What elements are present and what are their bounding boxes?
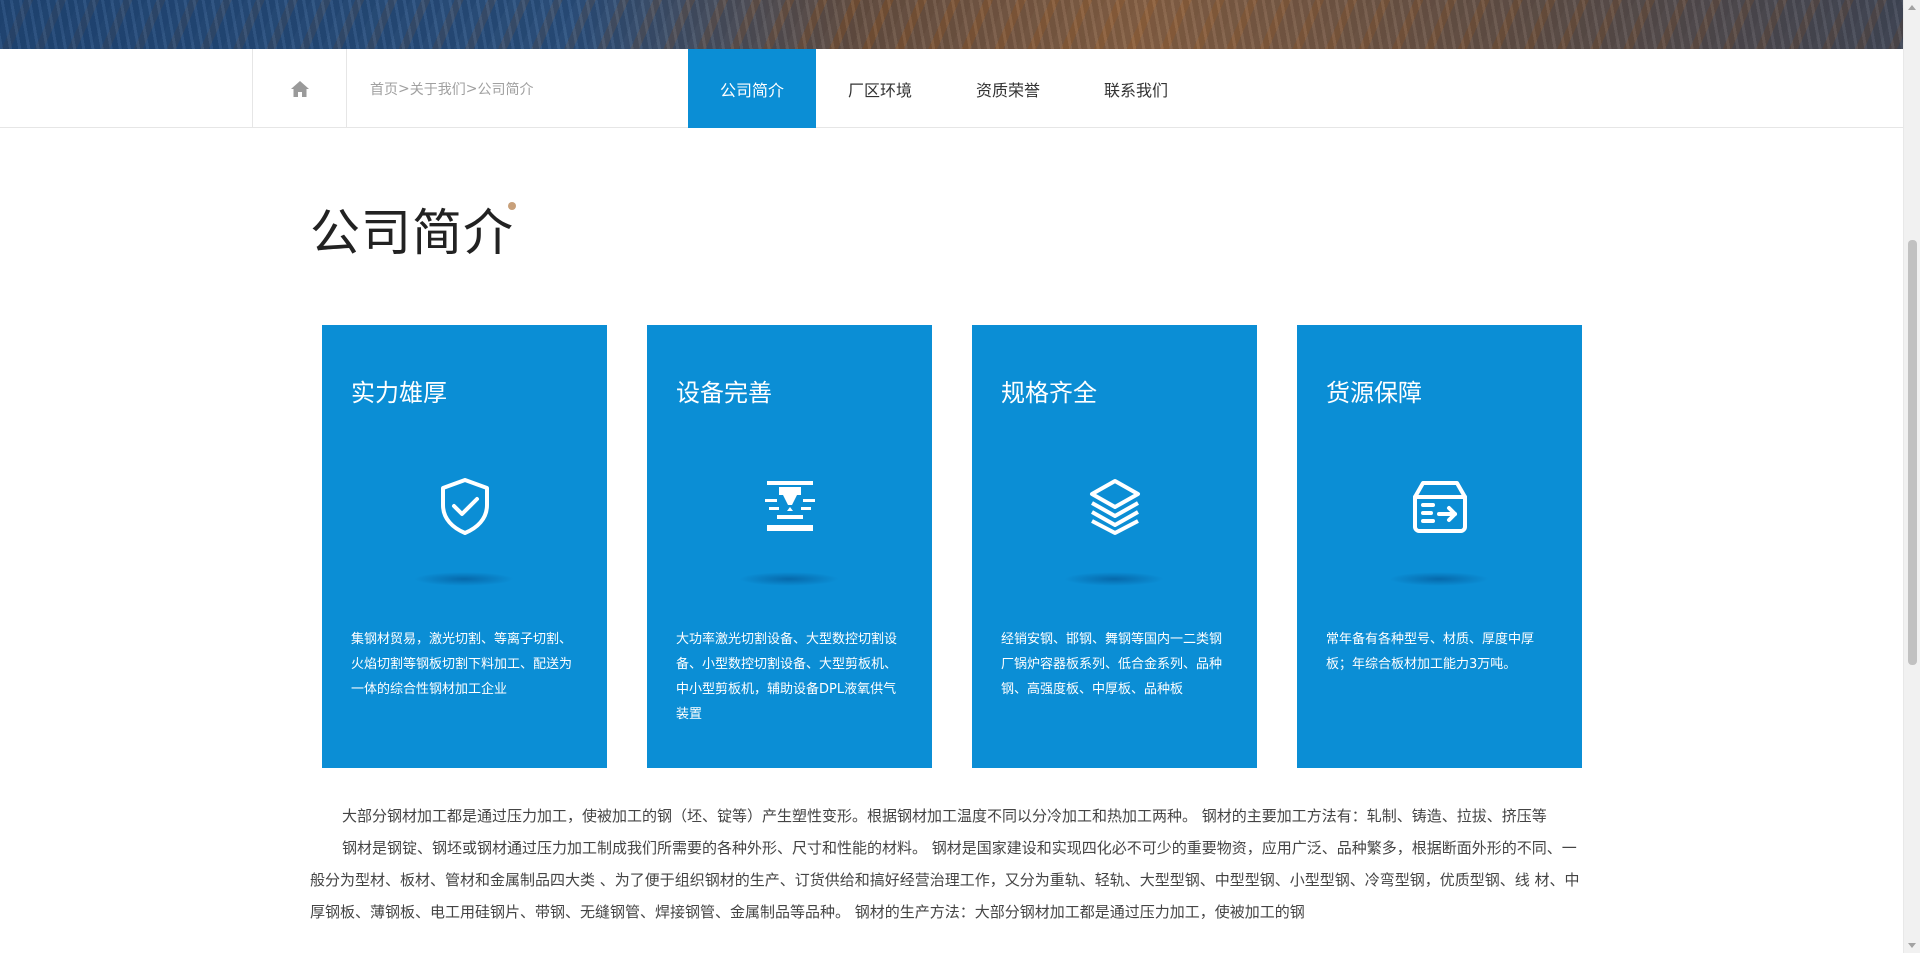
layers-icon [1084,475,1146,537]
laser-cutter-icon [759,475,821,537]
tab-company-profile[interactable]: 公司简介 [688,49,816,128]
card-title: 货源保障 [1326,379,1422,407]
title-decoration-dot [508,202,516,210]
icon-shadow [1389,572,1489,586]
feature-card-equipment: 设备完善 大功率激光切割设备、大型数控切割设备、小型数控切割设备、大型剪板机、中… [647,325,932,768]
card-description: 大功率激光切割设备、大型数控切割设备、小型数控切割设备、大型剪板机、中小型剪板机… [676,632,898,722]
company-intro-article: 大部分钢材加工都是通过压力加工，使被加工的钢（坯、锭等）产生塑性变形。根据钢材加… [310,800,1580,928]
card-title: 规格齐全 [1001,379,1097,407]
vertical-scrollbar[interactable] [1903,0,1920,953]
breadcrumb-current[interactable]: 公司简介 [477,79,533,99]
home-button[interactable] [252,49,347,128]
icon-shadow [1064,572,1164,586]
scrollbar-thumb[interactable] [1908,240,1917,665]
tab-factory-environment[interactable]: 厂区环境 [816,49,944,128]
card-description: 常年备有各种型号、材质、厚度中厚板；年综合板材加工能力3万吨。 [1326,632,1535,672]
scroll-down-arrow-icon[interactable] [1908,943,1916,948]
card-title: 设备完善 [676,379,772,407]
article-paragraph: 钢材是钢锭、钢坯或钢材通过压力加工制成我们所需要的各种外形、尺寸和性能的材料。 … [310,839,1580,921]
icon-shadow [739,572,839,586]
section-tabs: 公司简介 厂区环境 资质荣誉 联系我们 [688,49,1200,128]
feature-card-strength: 实力雄厚 集钢材贸易，激光切割、等离子切割、火焰切割等钢板切割下料加工、配送为一… [322,325,607,768]
breadcrumb: 首页 > 关于我们 > 公司简介 [370,49,533,128]
feature-card-specifications: 规格齐全 经销安钢、邯钢、舞钢等国内一二类钢厂锅炉容器板系列、低合金系列、品种钢… [972,325,1257,768]
tab-contact-us[interactable]: 联系我们 [1072,49,1200,128]
icon-shadow [414,572,514,586]
feature-card-supply: 货源保障 常年备有各种型号、材质、厚度中厚板；年综合板材加工能力3万吨。 [1297,325,1582,768]
scroll-up-arrow-icon[interactable] [1908,5,1916,10]
breadcrumb-separator: > [465,80,478,97]
page-title: 公司简介 [310,204,514,262]
inbox-arrow-icon [1409,475,1471,537]
sub-navigation-bar: 首页 > 关于我们 > 公司简介 公司简介 厂区环境 资质荣誉 联系我们 [0,49,1903,128]
home-icon [290,80,309,97]
tab-qualifications[interactable]: 资质荣誉 [944,49,1072,128]
breadcrumb-about-link[interactable]: 关于我们 [410,79,466,99]
card-description: 集钢材贸易，激光切割、等离子切割、火焰切割等钢板切割下料加工、配送为一体的综合性… [351,632,573,697]
card-title: 实力雄厚 [351,379,447,407]
breadcrumb-separator: > [398,80,410,97]
shield-check-icon [434,475,496,537]
card-description: 经销安钢、邯钢、舞钢等国内一二类钢厂锅炉容器板系列、低合金系列、品种钢、高强度板… [1001,632,1223,697]
article-paragraph: 大部分钢材加工都是通过压力加工，使被加工的钢（坯、锭等）产生塑性变形。根据钢材加… [342,807,1547,825]
hero-banner-image [0,0,1903,49]
breadcrumb-home-link[interactable]: 首页 [370,79,398,99]
